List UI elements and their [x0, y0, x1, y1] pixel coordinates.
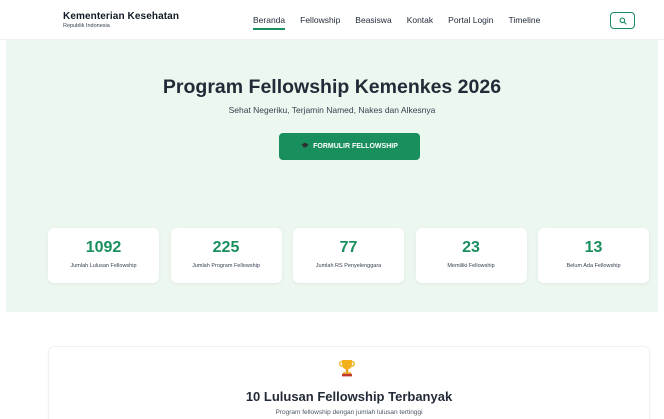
top-graduates-panel: 10 Lulusan Fellowship Terbanyak Program …: [48, 346, 650, 419]
hero-subtitle: Sehat Negeriku, Terjamin Named, Nakes da…: [228, 105, 436, 115]
brand-logo[interactable]: Kementerian Kesehatan Republik Indonesia: [63, 11, 179, 30]
stat-card: 1092 Jumlah Lulusan Fellowship: [48, 228, 159, 283]
stat-card: 77 Jumlah RS Penyelenggara: [293, 228, 404, 283]
top-graduates-subtitle: Program fellowship dengan jumlah lulusan…: [275, 409, 423, 416]
search-button[interactable]: [610, 12, 635, 29]
stat-value: 77: [339, 239, 358, 256]
fellowship-form-label: FORMULIR FELLOWSHIP: [313, 143, 398, 150]
brand-subtitle: Republik Indonesia: [63, 23, 110, 29]
hero-section: Program Fellowship Kemenkes 2026 Sehat N…: [6, 40, 658, 312]
stat-value: 225: [212, 239, 240, 256]
fellowship-form-button[interactable]: FORMULIR FELLOWSHIP: [279, 133, 420, 160]
stat-value: 23: [462, 239, 480, 256]
stat-label: Jumlah Program Fellowship: [192, 263, 260, 269]
nav-item-portal-login[interactable]: Portal Login: [448, 15, 493, 26]
nav-item-kontak[interactable]: Kontak: [407, 15, 433, 26]
stat-value: 1092: [85, 239, 122, 256]
brand-title: Kementerian Kesehatan: [63, 11, 180, 22]
graduation-cap-icon: [301, 142, 309, 151]
nav-item-beranda[interactable]: Beranda: [253, 15, 286, 30]
trophy-icon: [339, 360, 355, 377]
stat-label: Belum Ada Fellowship: [566, 263, 621, 269]
search-icon: [619, 17, 627, 25]
stat-card: 225 Jumlah Program Fellowship: [170, 228, 282, 283]
stat-label: Jumlah Lulusan Fellowship: [70, 263, 137, 269]
nav-item-beasiswa[interactable]: Beasiswa: [355, 15, 391, 26]
top-graduates-title: 10 Lulusan Fellowship Terbanyak: [245, 389, 453, 404]
stat-label: Jumlah RS Penyelenggara: [315, 263, 382, 269]
nav-item-timeline[interactable]: Timeline: [509, 15, 541, 26]
stats-row: 1092 Jumlah Lulusan Fellowship 225 Jumla…: [48, 228, 661, 283]
stat-label: Memiliki Fellowship: [447, 263, 495, 269]
site-header: Kementerian Kesehatan Republik Indonesia…: [0, 0, 664, 40]
hero-title: Program Fellowship Kemenkes 2026: [162, 76, 502, 98]
nav-item-fellowship[interactable]: Fellowship: [300, 15, 340, 26]
stat-card: 13 Belum Ada Fellowship: [538, 228, 649, 283]
stat-card: 23 Memiliki Fellowship: [415, 228, 527, 283]
stat-value: 13: [584, 239, 603, 256]
main-nav: Beranda Fellowship Beasiswa Kontak Porta…: [253, 15, 555, 30]
